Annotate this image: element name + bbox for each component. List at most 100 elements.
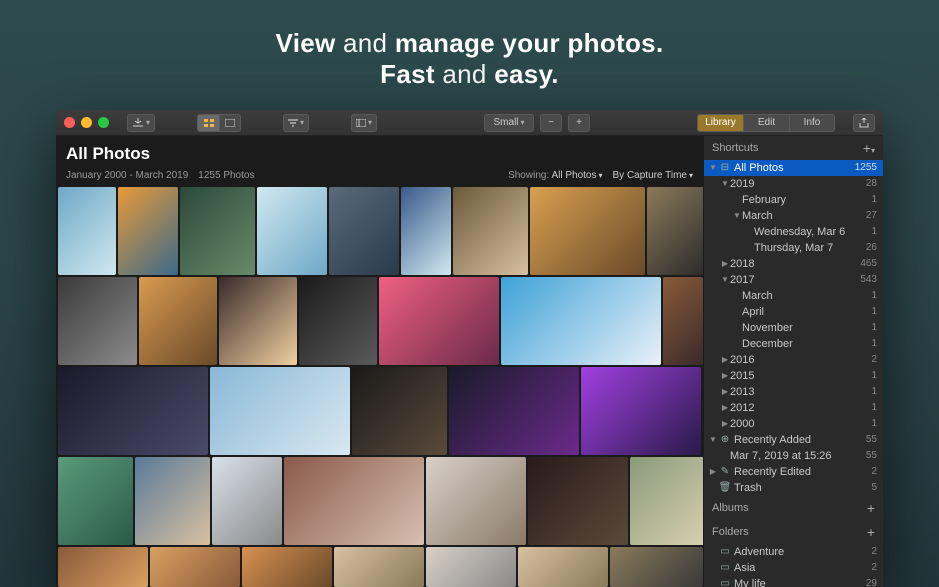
sidebar-item-date[interactable]: March1 [704,288,883,304]
photo-thumbnail[interactable] [210,367,350,455]
panel-tabs: Library Edit Info [697,114,835,132]
filter-button[interactable]: ▾ [283,114,309,132]
subheader: January 2000 - March 2019 1255 Photos Sh… [56,168,703,187]
folder-icon: ▭ [718,576,732,587]
tab-library[interactable]: Library [697,114,743,132]
shortcuts-header: Shortcuts +▾ [704,136,883,160]
photo-thumbnail[interactable] [334,547,424,587]
photo-thumbnail[interactable] [426,457,526,545]
trash-icon: 🗑 [718,480,732,496]
sidebar-item-recently-added[interactable]: ▼⊕Recently Added55 [704,432,883,448]
sidebar-item-folder[interactable]: ▶▭Asia2 [704,560,883,576]
photo-thumbnail[interactable] [379,277,499,365]
close-window-button[interactable] [64,117,75,128]
sidebar-item-recent-date[interactable]: Mar 7, 2019 at 15:2655 [704,448,883,464]
sidebar-item-date[interactable]: Wednesday, Mar 61 [704,224,883,240]
photo-thumbnail[interactable] [530,187,645,275]
photo-thumbnail[interactable] [449,367,579,455]
sidebar-item-all-photos[interactable]: ▼⊟All Photos1255 [704,160,883,176]
minimize-window-button[interactable] [81,117,92,128]
photo-thumbnail[interactable] [663,277,703,365]
size-dropdown[interactable]: Small▾ [484,114,534,132]
photo-thumbnail[interactable] [180,187,255,275]
sidebar-item-date[interactable]: ▼2017543 [704,272,883,288]
photo-count: 1255 Photos [198,170,254,181]
photo-thumbnail[interactable] [630,457,703,545]
sidebar-item-date[interactable]: November1 [704,320,883,336]
sidebar-item-date[interactable]: ▶20001 [704,416,883,432]
photo-thumbnail[interactable] [581,367,701,455]
sidebar-item-date[interactable]: ▶2018465 [704,256,883,272]
sidebar-item-trash[interactable]: ▶🗑Trash5 [704,480,883,496]
photo-thumbnail[interactable] [453,187,528,275]
single-view-button[interactable] [219,114,241,132]
share-button[interactable] [853,114,875,132]
sidebar-item-folder[interactable]: ▶▭Adventure2 [704,544,883,560]
folder-icon: ▭ [718,560,732,576]
photo-thumbnail[interactable] [329,187,399,275]
clock-icon: ⊕ [718,432,732,448]
sidebar-item-date[interactable]: ▼March27 [704,208,883,224]
photo-thumbnail[interactable] [58,367,208,455]
main-content: All Photos January 2000 - March 2019 125… [56,136,703,587]
photo-thumbnail[interactable] [352,367,447,455]
photo-thumbnail[interactable] [257,187,327,275]
photo-thumbnail[interactable] [135,457,210,545]
sidebar-item-date[interactable]: ▼201928 [704,176,883,192]
photo-thumbnail[interactable] [401,187,451,275]
photo-thumbnail[interactable] [647,187,703,275]
photo-thumbnail[interactable] [610,547,703,587]
photo-thumbnail[interactable] [58,457,133,545]
folders-header: Folders+ [704,520,883,544]
photo-thumbnail[interactable] [58,187,116,275]
showing-label: Showing: All Photos▾ [508,170,602,181]
layout-button[interactable]: ▾ [351,114,377,132]
sidebar-item-date[interactable]: ▶20121 [704,400,883,416]
sidebar-item-date[interactable]: ▶20151 [704,368,883,384]
photo-thumbnail[interactable] [528,457,628,545]
zoom-window-button[interactable] [98,117,109,128]
import-button[interactable]: ▾ [127,114,155,132]
photo-thumbnail[interactable] [58,277,137,365]
photo-thumbnail[interactable] [518,547,608,587]
zoom-in-button[interactable]: + [568,114,590,132]
sidebar-item-date[interactable]: Thursday, Mar 726 [704,240,883,256]
add-shortcut-button[interactable]: +▾ [863,140,875,156]
add-folder-button[interactable]: + [867,524,875,540]
sidebar-item-date[interactable]: April1 [704,304,883,320]
tab-info[interactable]: Info [789,114,835,132]
photo-thumbnail[interactable] [219,277,297,365]
photos-icon: ⊟ [718,160,732,176]
photo-thumbnail[interactable] [426,547,516,587]
view-mode-segment [197,114,241,132]
photo-thumbnail[interactable] [118,187,178,275]
sidebar-item-recently-edited[interactable]: ▶✎Recently Edited2 [704,464,883,480]
sidebar-item-date[interactable]: ▶20162 [704,352,883,368]
grid-view-button[interactable] [197,114,219,132]
photo-thumbnail[interactable] [299,277,377,365]
photo-thumbnail[interactable] [212,457,282,545]
sidebar: Shortcuts +▾ ▼⊟All Photos1255 ▼201928Feb… [703,136,883,587]
sidebar-item-date[interactable]: December1 [704,336,883,352]
page-title: All Photos [66,144,693,164]
hero-text: View and manage your photos. Fast and ea… [0,0,939,108]
tab-edit[interactable]: Edit [743,114,789,132]
photo-thumbnail[interactable] [501,277,661,365]
photo-grid [56,187,703,587]
folder-icon: ▭ [718,544,732,560]
photo-thumbnail[interactable] [58,547,148,587]
sort-dropdown[interactable]: By Capture Time▾ [613,170,694,181]
add-album-button[interactable]: + [867,500,875,516]
sidebar-item-folder[interactable]: ▶▭My life29 [704,576,883,587]
photo-thumbnail[interactable] [150,547,240,587]
photo-thumbnail[interactable] [242,547,332,587]
albums-header: Albums+ [704,496,883,520]
titlebar: ▾ ▾ ▾ Small▾ − + Library Edit Info [56,110,883,136]
photo-thumbnail[interactable] [284,457,424,545]
zoom-out-button[interactable]: − [540,114,562,132]
sidebar-item-date[interactable]: February1 [704,192,883,208]
date-range: January 2000 - March 2019 [66,170,188,181]
photo-thumbnail[interactable] [139,277,217,365]
sidebar-item-date[interactable]: ▶20131 [704,384,883,400]
window-controls [64,117,109,128]
